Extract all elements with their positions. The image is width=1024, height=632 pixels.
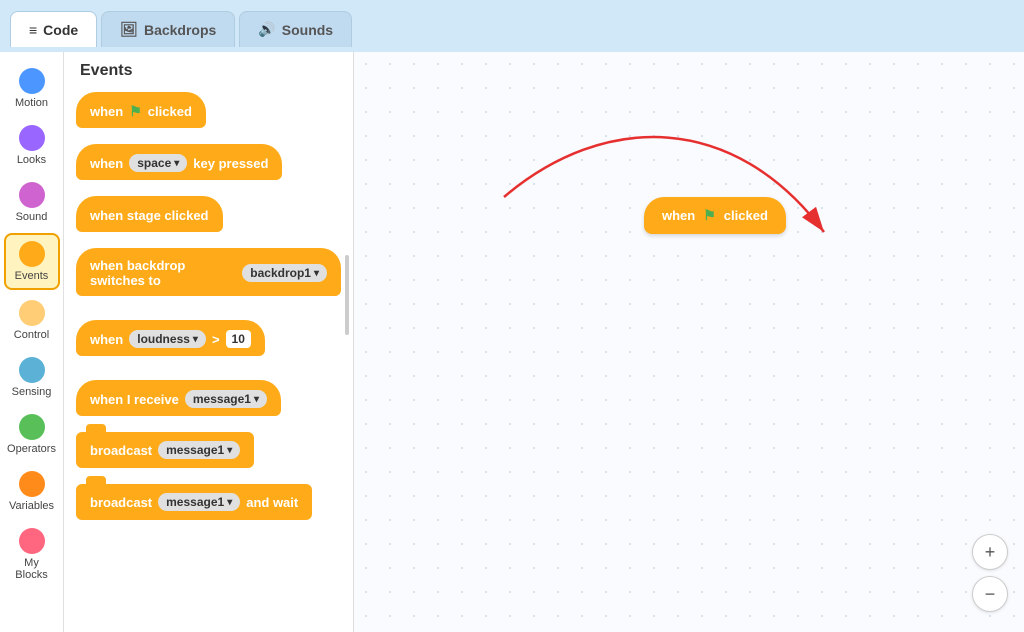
backdrop-dropdown[interactable]: backdrop1 ▾ — [242, 264, 327, 282]
block-when-receive[interactable]: when I receive message1 ▾ — [76, 380, 281, 416]
palette-title: Events — [76, 62, 341, 80]
block-broadcast[interactable]: broadcast message1 ▾ — [76, 432, 254, 468]
variables-dot — [19, 471, 45, 497]
sound-dot — [19, 182, 45, 208]
looks-dot — [19, 125, 45, 151]
block-when-backdrop[interactable]: when backdrop switches to backdrop1 ▾ — [76, 248, 341, 296]
canvas-flag-icon: ⚑ — [703, 207, 716, 224]
loudness-dropdown[interactable]: loudness ▾ — [129, 330, 206, 348]
operators-label: Operators — [7, 443, 56, 455]
block-broadcast-wait[interactable]: broadcast message1 ▾ and wait — [76, 484, 312, 520]
tab-sounds[interactable]: 🔊 Sounds — [239, 11, 352, 47]
sidebar-item-sound[interactable]: Sound — [4, 176, 60, 229]
sidebar-item-sensing[interactable]: Sensing — [4, 351, 60, 404]
block-when-key-pressed[interactable]: when space ▾ key pressed — [76, 144, 282, 180]
sidebar-item-myblocks[interactable]: My Blocks — [4, 522, 60, 587]
tab-bar: ≡ Code 🖼 Backdrops 🔊 Sounds — [0, 0, 1024, 52]
arrow-overlay — [354, 52, 1024, 632]
space-dropdown[interactable]: space ▾ — [129, 154, 187, 172]
flag-icon: ⚑ — [129, 103, 142, 120]
looks-label: Looks — [17, 154, 46, 166]
loudness-input[interactable]: 10 — [226, 330, 251, 348]
block-when-flag-clicked[interactable]: when ⚑ clicked — [76, 92, 206, 128]
motion-label: Motion — [15, 97, 48, 109]
sensing-label: Sensing — [12, 386, 52, 398]
sensing-dot — [19, 357, 45, 383]
canvas-block-when-flag[interactable]: when ⚑ clicked — [644, 197, 786, 234]
blocks-container: when ⚑ clicked when space ▾ key pressed … — [76, 92, 341, 528]
variables-label: Variables — [9, 500, 54, 512]
sidebar-item-looks[interactable]: Looks — [4, 119, 60, 172]
sidebar-item-control[interactable]: Control — [4, 294, 60, 347]
zoom-out-button[interactable]: − — [972, 576, 1008, 612]
tab-code[interactable]: ≡ Code — [10, 11, 97, 47]
main-area: Motion Looks Sound Events Control Sensin… — [0, 52, 1024, 632]
sounds-icon: 🔊 — [258, 21, 275, 38]
events-dot — [19, 241, 45, 267]
myblocks-dot — [19, 528, 45, 554]
sidebar-item-events[interactable]: Events — [4, 233, 60, 290]
block-when-stage-clicked[interactable]: when stage clicked — [76, 196, 223, 232]
sidebar-item-motion[interactable]: Motion — [4, 62, 60, 115]
sidebar-item-variables[interactable]: Variables — [4, 465, 60, 518]
code-icon: ≡ — [29, 22, 37, 38]
sound-label: Sound — [16, 211, 48, 223]
motion-dot — [19, 68, 45, 94]
zoom-in-button[interactable]: + — [972, 534, 1008, 570]
control-label: Control — [14, 329, 49, 341]
operators-dot — [19, 414, 45, 440]
receive-dropdown[interactable]: message1 ▾ — [185, 390, 267, 408]
myblocks-label: My Blocks — [8, 557, 56, 581]
palette-scrollbar[interactable] — [345, 255, 349, 335]
events-label: Events — [15, 270, 49, 282]
block-when-loudness[interactable]: when loudness ▾ > 10 — [76, 320, 265, 356]
tab-backdrops[interactable]: 🖼 Backdrops — [101, 11, 235, 47]
sidebar-item-operators[interactable]: Operators — [4, 408, 60, 461]
broadcast-wait-dropdown[interactable]: message1 ▾ — [158, 493, 240, 511]
zoom-controls: + − — [972, 534, 1008, 612]
control-dot — [19, 300, 45, 326]
broadcast-dropdown[interactable]: message1 ▾ — [158, 441, 240, 459]
block-palette: Events when ⚑ clicked when space ▾ key p… — [64, 52, 354, 632]
canvas[interactable]: when ⚑ clicked + − — [354, 52, 1024, 632]
sidebar: Motion Looks Sound Events Control Sensin… — [0, 52, 64, 632]
backdrops-icon: 🖼 — [120, 21, 138, 38]
